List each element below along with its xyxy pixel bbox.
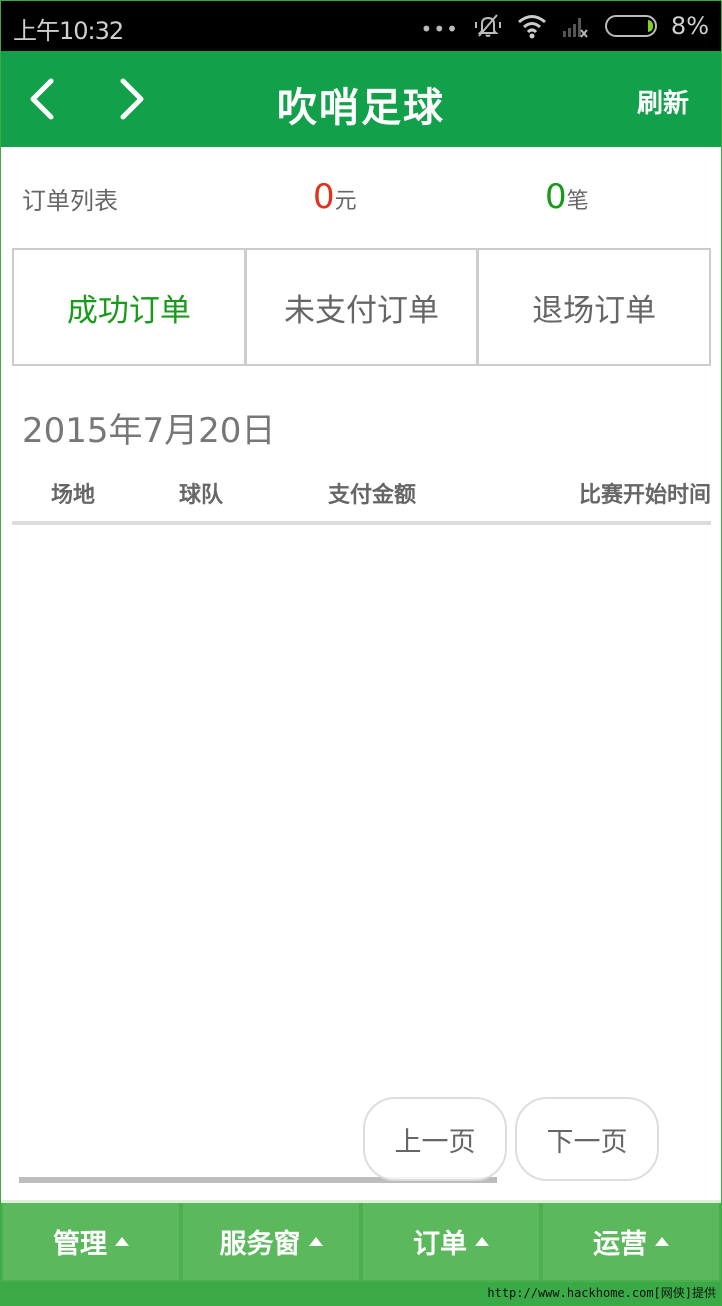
wifi-icon [517, 15, 546, 39]
bottom-nav-label: 管理 [53, 1229, 107, 1260]
app-title: 吹哨足球 [277, 85, 445, 131]
previous-page-button[interactable]: 上一页 [363, 1097, 507, 1181]
amount-unit: 元 [334, 189, 357, 214]
bottom-nav: 管理 服务窗 订单 运营 [1, 1200, 721, 1282]
total-amount: 0元 [313, 177, 357, 217]
table-header: 场地 球队 支付金额 比赛开始时间 [12, 471, 711, 519]
bottom-nav-service-window[interactable]: 服务窗 [181, 1203, 361, 1282]
caret-up-icon [308, 1237, 323, 1246]
signal-no-service-icon [562, 18, 588, 38]
next-page-button[interactable]: 下一页 [515, 1097, 659, 1181]
tab-successful-orders[interactable]: 成功订单 [14, 250, 247, 364]
column-header-team: 球队 [179, 483, 224, 508]
caret-up-icon [115, 1237, 129, 1246]
bottom-nav-label: 服务窗 [219, 1229, 301, 1260]
battery-percent: 8% [670, 12, 709, 40]
tab-exited-orders[interactable]: 退场订单 [479, 250, 709, 364]
bottom-nav-operations[interactable]: 运营 [541, 1203, 721, 1282]
bottom-nav-label: 运营 [593, 1229, 647, 1260]
order-list-label: 订单列表 [22, 187, 118, 215]
order-tabs: 成功订单 未支付订单 退场订单 [12, 248, 711, 366]
column-header-payment: 支付金额 [328, 483, 417, 508]
amount-value: 0 [313, 177, 335, 217]
main-content: 订单列表 0元 0笔 成功订单 未支付订单 退场订单 2015年7月20日 场地… [1, 147, 721, 1200]
order-date: 2015年7月20日 [22, 411, 276, 451]
caret-up-icon [655, 1237, 669, 1246]
tab-unpaid-orders[interactable]: 未支付订单 [247, 250, 480, 364]
bottom-nav-manage[interactable]: 管理 [1, 1203, 181, 1282]
silent-bell-icon [474, 14, 501, 37]
header-divider [12, 521, 711, 525]
bottom-nav-label: 订单 [413, 1229, 467, 1260]
count-unit: 笔 [566, 189, 589, 214]
app-bar: 吹哨足球 刷新 [1, 51, 721, 147]
status-bar: 上午10:32 ••• 8% [1, 1, 721, 51]
column-header-start-time: 比赛开始时间 [578, 483, 711, 508]
count-value: 0 [545, 177, 567, 217]
status-icons: ••• 8% [421, 11, 709, 41]
status-time: 上午10:32 [13, 17, 124, 45]
battery-icon [604, 15, 657, 37]
order-count: 0笔 [545, 177, 589, 217]
watermark: http://www.hackhome.com[网侠]提供 [487, 1286, 716, 1300]
bottom-nav-orders[interactable]: 订单 [361, 1203, 541, 1282]
caret-up-icon [475, 1237, 489, 1246]
more-notifications-icon: ••• [420, 17, 459, 41]
refresh-button[interactable]: 刷新 [637, 83, 689, 120]
column-header-venue: 场地 [51, 483, 96, 508]
